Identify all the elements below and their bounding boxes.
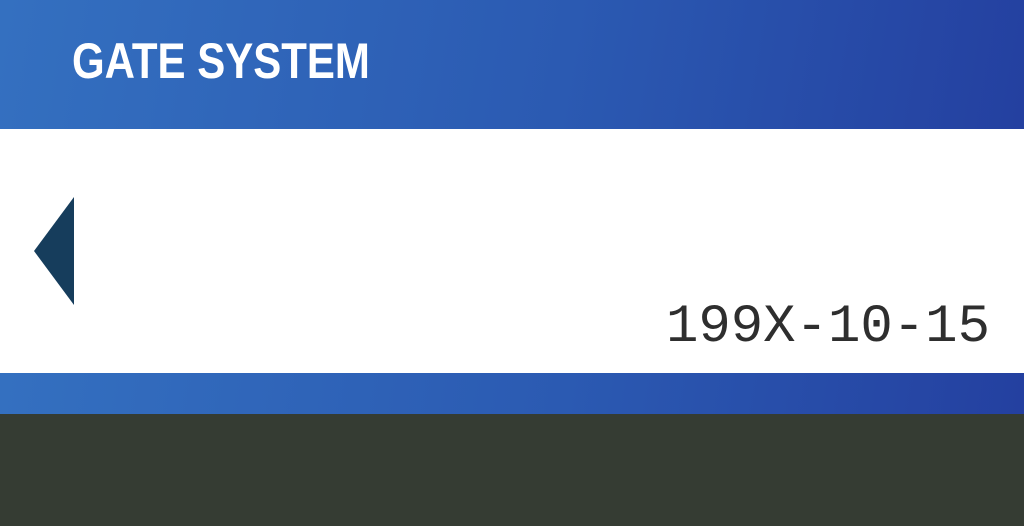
bottom-area: [0, 414, 1024, 526]
back-arrow-icon[interactable]: [34, 197, 74, 305]
page-title: GATE SYSTEM: [72, 33, 370, 89]
date-display: 199X-10-15: [665, 297, 990, 358]
header-bar: GATE SYSTEM: [0, 0, 1024, 129]
gate-system-screen: GATE SYSTEM 199X-10-15: [0, 0, 1024, 526]
footer-bar: [0, 373, 1024, 414]
